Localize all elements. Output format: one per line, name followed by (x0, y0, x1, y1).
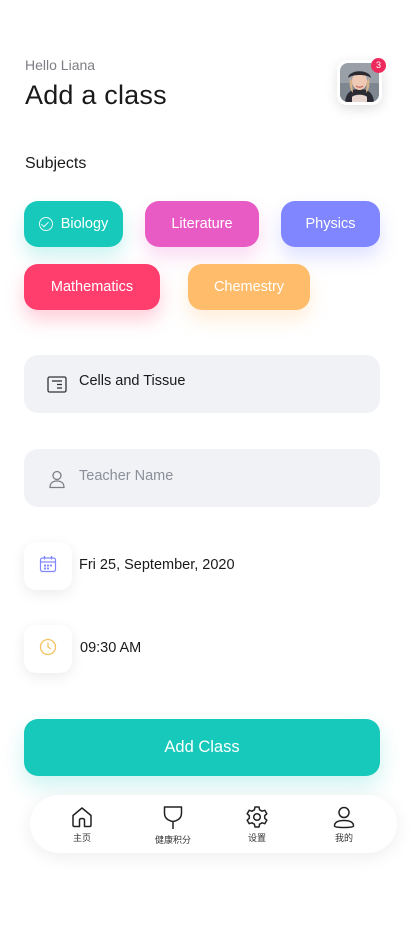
subject-chip-chemistry[interactable]: Chemestry (188, 264, 310, 310)
time-value[interactable]: 09:30 AM (80, 640, 141, 656)
home-icon (57, 805, 107, 829)
time-picker-button[interactable] (24, 625, 72, 673)
teacher-name-input[interactable] (79, 465, 359, 487)
user-icon (47, 469, 67, 489)
gear-icon (232, 805, 282, 829)
subject-chip-label: Literature (171, 216, 233, 232)
check-circle-icon (38, 217, 53, 231)
tab-label: 主页 (72, 834, 91, 844)
notification-badge: 3 (371, 58, 386, 73)
greeting-text: Hello Liana (25, 57, 96, 73)
tab-label: 我的 (334, 834, 353, 844)
cup-icon (148, 805, 198, 831)
document-icon (47, 375, 67, 395)
clock-icon (39, 638, 57, 661)
date-value[interactable]: Fri 25, September, 2020 (79, 557, 235, 573)
subject-chip-label: Mathematics (50, 279, 134, 295)
subject-chip-physics[interactable]: Physics (281, 201, 380, 247)
subject-chip-label: Biology (60, 216, 109, 232)
teacher-field[interactable] (24, 449, 380, 507)
subject-chip-label: Physics (305, 216, 356, 232)
page-title: Add a class (25, 80, 167, 110)
subject-chip-mathematics[interactable]: Mathematics (24, 264, 160, 310)
date-picker-button[interactable] (24, 542, 72, 590)
add-class-button[interactable]: Add Class (24, 719, 380, 776)
subject-chip-label: Chemestry (213, 279, 285, 295)
tab-health-points[interactable]: 健康积分 (148, 805, 198, 849)
subject-chip-literature[interactable]: Literature (145, 201, 259, 247)
tab-label: 健康积分 (154, 836, 191, 846)
topic-field[interactable]: Cells and Tissue (24, 355, 380, 413)
bottom-tab-bar: 主页 健康积分 设置 我的 (30, 795, 397, 853)
subjects-label: Subjects (25, 155, 87, 172)
tab-profile[interactable]: 我的 (319, 805, 369, 849)
person-icon (319, 805, 369, 829)
topic-value: Cells and Tissue (79, 373, 186, 389)
tab-label: 设置 (247, 834, 266, 844)
calendar-icon (39, 555, 57, 578)
subject-chip-biology[interactable]: Biology (24, 201, 123, 247)
tab-settings[interactable]: 设置 (232, 805, 282, 849)
tab-home[interactable]: 主页 (57, 805, 107, 849)
